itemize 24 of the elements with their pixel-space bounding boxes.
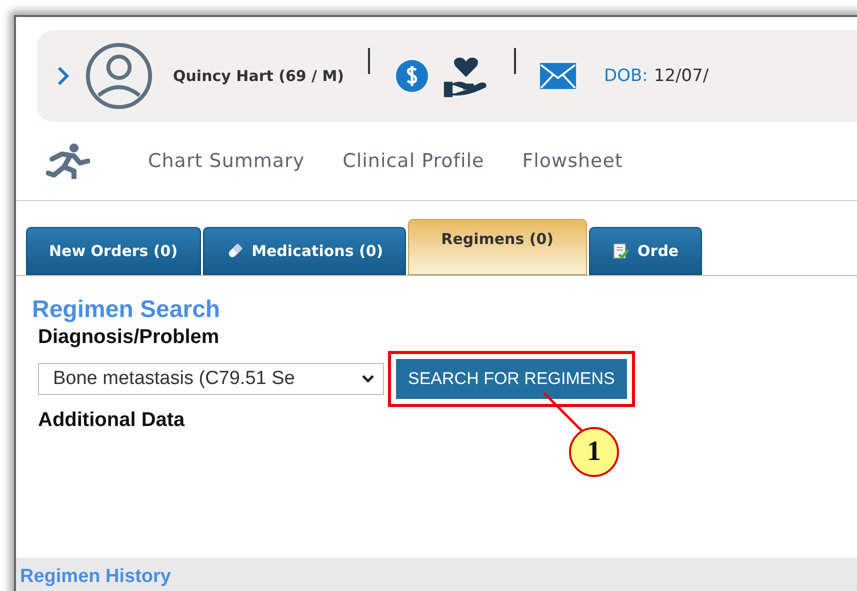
nav-link[interactable]: Chart Summary	[148, 150, 305, 172]
patient-name: Quincy Hart (69 / M)	[173, 67, 344, 85]
running-person-icon[interactable]	[46, 143, 90, 179]
dob-value: 12/07/	[654, 66, 709, 86]
tab[interactable]: Regimens (0)	[408, 219, 587, 275]
callout-number: 1	[569, 427, 619, 477]
nav-link[interactable]: Clinical Profile	[342, 150, 484, 172]
section-title: Regimen History	[20, 566, 171, 587]
field-label: Diagnosis/Problem	[38, 326, 220, 349]
document-check-icon	[612, 241, 630, 261]
dob-label: DOB:	[604, 66, 648, 86]
search-button[interactable]: SEARCH FOR REGIMENS	[396, 359, 627, 399]
dollar-badge-icon[interactable]	[394, 58, 430, 94]
nav-link[interactable]: Flowsheet	[522, 150, 623, 172]
section-title: Regimen Search	[32, 296, 222, 324]
diagnosis-dropdown[interactable]: Bone metastasis (C79.51 Se	[38, 363, 384, 395]
tab[interactable]: New Orders (0)	[26, 227, 201, 275]
caret-icon	[361, 374, 375, 384]
avatar-icon	[85, 42, 153, 110]
envelope-icon[interactable]	[540, 63, 576, 89]
field-label: Additional Data	[38, 409, 185, 432]
tab[interactable]: Orde	[588, 227, 702, 275]
chevron-right-icon[interactable]	[57, 66, 69, 86]
tab[interactable]: Medications (0)	[202, 227, 406, 275]
